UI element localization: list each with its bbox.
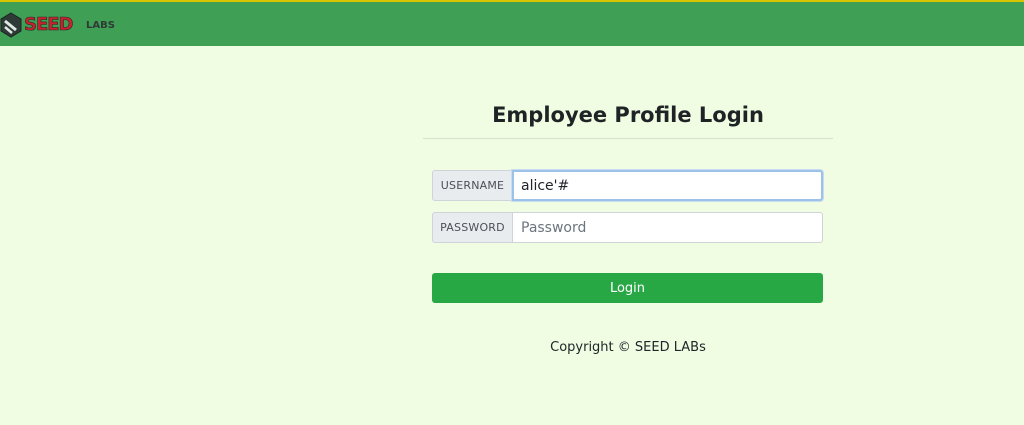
top-navbar: SEED LABS [0, 0, 1024, 46]
username-label: USERNAME [432, 170, 512, 201]
copyright-text: Copyright © SEED LABs [550, 340, 706, 355]
username-input[interactable] [512, 170, 823, 201]
seed-labs-logo[interactable]: SEED LABS [0, 12, 115, 38]
password-label: PASSWORD [432, 212, 512, 243]
logo-text: SEED [24, 14, 74, 36]
password-group: PASSWORD [432, 212, 823, 243]
page-title: Employee Profile Login [492, 103, 764, 127]
title-divider [423, 138, 833, 139]
logo-subtext: LABS [86, 20, 115, 31]
password-input[interactable] [512, 212, 823, 243]
login-button[interactable]: Login [432, 273, 823, 303]
username-group: USERNAME [432, 170, 823, 201]
seed-logo-icon [0, 12, 22, 38]
